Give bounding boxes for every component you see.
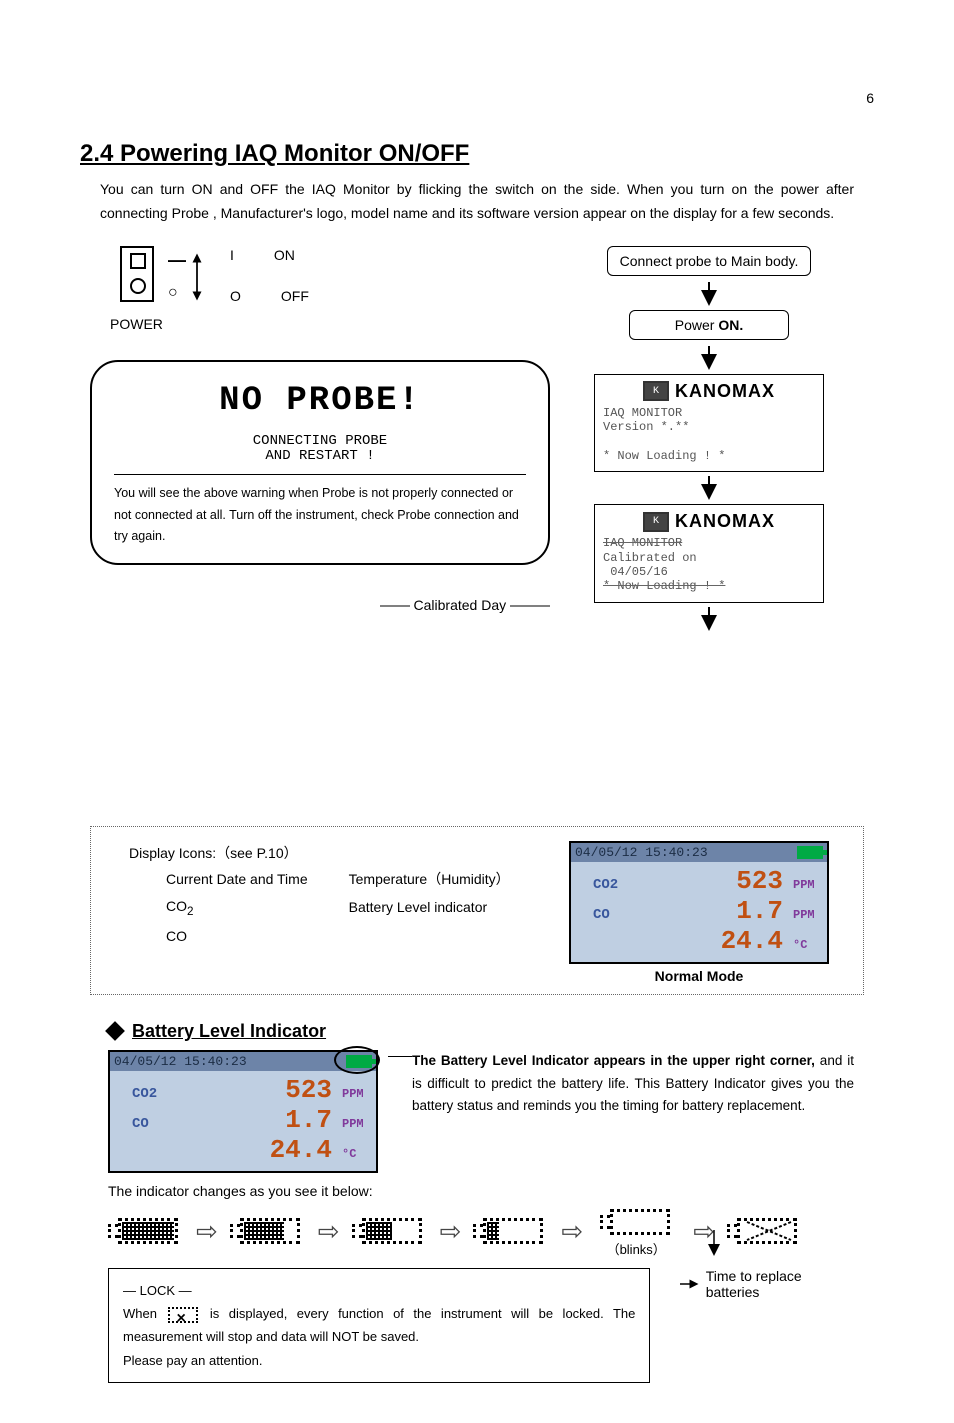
s2-l2: Calibrated on: [603, 551, 697, 565]
diamond-icon: [105, 1021, 125, 1041]
legend-l1: Current Date and Time: [166, 871, 308, 887]
switch-updown-arrow: [186, 252, 208, 307]
switch-on-label: ON: [274, 246, 295, 266]
display-icons-title: Display Icons:（see P.10）: [129, 841, 535, 866]
no-probe-warning-box: NO PROBE! CONNECTING PROBE AND RESTART !…: [90, 360, 550, 566]
flow-box-connect: Connect probe to Main body.: [607, 246, 812, 276]
battery-screen-example: 04/05/12 15:40:23 CO2523PPM CO1.7PPM 24.…: [108, 1050, 388, 1173]
power-switch-diagram: — ○ ION OOFF POWER: [120, 246, 570, 356]
lock-body-last: Please pay an attention.: [123, 1349, 635, 1372]
arrow-right-icon: ⇨: [561, 1216, 583, 1247]
battery-dead-x-icon-inline: [168, 1307, 198, 1323]
legend-r2: Battery Level indicator: [349, 899, 488, 915]
s1-l1: IAQ MONITOR: [603, 406, 682, 420]
indicator-changes-line: The indicator changes as you see it belo…: [108, 1183, 894, 1199]
s2-l4: * Now Loading ! *: [603, 579, 725, 593]
boot-screen-1: K KANOMAX IAQ MONITOR Version *.** * Now …: [594, 374, 824, 473]
flow-arrow-2: [554, 344, 864, 370]
lock-title: ― LOCK ―: [123, 1279, 635, 1302]
flow-arrow-3: [554, 474, 864, 500]
flow-arrow-1: [554, 280, 864, 306]
battery-50-icon: [352, 1214, 428, 1248]
switch-body: [120, 246, 154, 302]
ns-temp-val: 24.4: [721, 926, 783, 956]
intro-paragraph: You can turn ON and OFF the IAQ Monitor …: [100, 178, 854, 226]
battery-dead-x-icon: [727, 1214, 803, 1248]
battery-section-header: Battery Level Indicator: [108, 1021, 894, 1042]
time-to-replace: Time to replace batteries: [680, 1268, 854, 1300]
kanomax-brand: KANOMAX: [675, 511, 775, 532]
s1-l2: Version *.**: [603, 420, 689, 434]
no-probe-note: You will see the above warning when Prob…: [114, 483, 526, 547]
blinks-label: （blinks）: [591, 1239, 681, 1258]
arrow-right-icon: ⇨: [318, 1216, 340, 1247]
normal-mode-caption: Normal Mode: [549, 968, 849, 984]
ns-co2-val: 523: [736, 866, 783, 896]
no-probe-small2: AND RESTART !: [114, 449, 526, 464]
switch-pos-off: [130, 278, 146, 294]
s2-l3: 04/05/16: [603, 565, 668, 579]
kanomax-logo-icon: K: [643, 381, 669, 401]
legend-l2-sub: 2: [187, 905, 193, 918]
ns-co2-unit: PPM: [793, 878, 819, 892]
arrow-right-icon: ⇨: [196, 1216, 218, 1247]
display-icons-box: Display Icons:（see P.10） Current Date an…: [90, 826, 864, 995]
switch-labels: I ON O OFF: [230, 246, 309, 329]
ns-co2-label: CO2: [579, 877, 618, 893]
battery-description: The Battery Level Indicator appears in t…: [412, 1050, 854, 1119]
battery-callout-circle: [334, 1046, 380, 1074]
battery-empty-blink-icon: [600, 1205, 676, 1239]
switch-bar-mark: —: [168, 250, 186, 271]
battery-callout-line: [388, 1056, 412, 1057]
legend-l2: CO: [166, 898, 187, 914]
ns-co-unit: PPM: [793, 908, 819, 922]
lock-body-pre: When: [123, 1306, 166, 1321]
ns-temp-unit: °C: [793, 938, 819, 952]
switch-o-mark: ○: [168, 284, 178, 302]
kanomax-logo-icon: K: [643, 512, 669, 532]
battery-icon: [797, 846, 823, 859]
normal-mode-screen: 04/05/12 15:40:23 CO2 523 PPM CO 1.7 PPM 24.…: [569, 841, 829, 964]
flow-box-poweron: Power ON.: [629, 310, 789, 340]
switch-i-label: I: [230, 246, 234, 266]
legend-l3: CO: [166, 928, 187, 944]
arrow-right-icon: ⇨: [440, 1216, 462, 1247]
ns-datetime: 04/05/12 15:40:23: [575, 845, 708, 860]
kanomax-brand: KANOMAX: [675, 381, 775, 402]
page-number: 6: [866, 90, 874, 106]
battery-25-icon: [473, 1214, 549, 1248]
switch-pos-on: [130, 253, 146, 269]
no-probe-small1: CONNECTING PROBE: [114, 434, 526, 449]
lock-warning-box: ― LOCK ― When is displayed, every functi…: [108, 1268, 650, 1384]
s2-l1: IAQ MONITOR: [603, 536, 682, 550]
flow-arrow-4: [554, 605, 864, 631]
lock-body-post: is displayed, every function of the inst…: [123, 1306, 635, 1344]
ns-co-val: 1.7: [736, 896, 783, 926]
switch-off-label: OFF: [281, 287, 309, 307]
switch-o-label: O: [230, 287, 241, 307]
down-arrow-icon: [704, 1228, 724, 1258]
ns-co-label: CO: [579, 907, 610, 923]
upper-diagram-area: — ○ I ON O OFF POWER NO PROBE! CONNECTING …: [90, 246, 864, 826]
battery-75-icon: [230, 1214, 306, 1248]
s1-l3: * Now Loading ! *: [603, 449, 725, 463]
power-caption: POWER: [110, 316, 163, 332]
boot-screen-2: K KANOMAX IAQ MONITOR Calibrated on 04/05…: [594, 504, 824, 603]
calibrated-day-label: Calibrated Day: [90, 597, 550, 613]
section-title: 2.4 Powering IAQ Monitor ON/OFF: [80, 140, 894, 168]
battery-full-icon: [108, 1214, 184, 1248]
no-probe-big: NO PROBE!: [114, 382, 526, 420]
legend-r1: Temperature（Humidity）: [349, 871, 510, 887]
bs-datetime: 04/05/12 15:40:23: [114, 1054, 247, 1069]
